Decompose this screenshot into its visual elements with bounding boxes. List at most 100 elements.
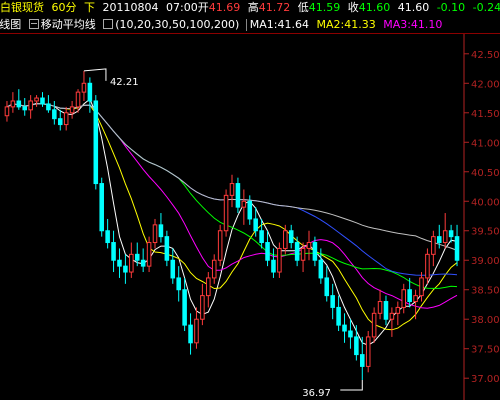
moving-average-line [6,103,458,331]
candle-body [146,242,152,267]
price-tick-label: 37.50 [471,345,500,356]
candle-body [158,224,164,238]
candle-body [442,230,448,244]
high-value: 41.72 [258,1,291,14]
last-value: 41.60 [397,1,430,14]
candle-body [377,301,383,314]
quote-header: 白银现货 60分 下 20110804 07:00开41.69 高41.72 低… [0,0,500,16]
candle-body [69,106,75,114]
high-price-label: 42.21 [110,77,139,88]
low-label: 低 [297,1,309,14]
price-tick-label: 39.00 [471,256,500,267]
indicator-bar: K线图 移动平均线 (10,20,30,50,100,200) MA1:41.6… [0,17,500,33]
candle-body [194,318,199,344]
candle-body [401,289,407,308]
candle-body [211,259,217,279]
candle-body [188,324,193,344]
candle-body [336,306,341,326]
candle-body [10,100,16,108]
candle-body [247,200,253,220]
candle-body [46,103,51,111]
price-tick-label: 41.50 [471,109,500,120]
collapse-icon[interactable] [28,19,39,29]
candle-body [87,82,93,102]
candle-body [206,277,211,297]
candle-body [28,100,33,111]
candle-body [354,336,359,356]
candle-body [40,97,45,105]
candle-body [283,230,288,249]
candle-body [81,82,87,93]
candle-body [123,265,128,273]
ma1-value: MA1:41.64 [249,18,309,31]
candle-body [140,259,146,267]
kline-toggle[interactable]: K线图 [0,17,21,33]
candle-body [448,230,454,238]
candle-body [170,259,176,279]
candle-body [4,106,10,117]
date-label: 20110804 [102,1,159,14]
candle-body [22,106,28,111]
candle-body [16,100,22,108]
candle-body [182,289,187,326]
candle-body [52,109,57,120]
candle-body [271,259,276,273]
period-label[interactable]: 60分 [52,0,77,16]
price-tick-label: 38.00 [471,315,500,326]
low-marker [340,379,363,391]
candle-body [454,236,460,261]
candle-body [129,253,134,273]
candle-body [176,277,181,291]
candle-body [348,330,353,338]
candle-body [93,100,99,185]
candle-body [436,236,442,244]
price-tick-label: 42.50 [471,50,500,61]
candle-body [241,200,247,208]
close-value: 41.60 [358,1,391,14]
time-label: 07:00 [166,1,198,14]
price-axis: 42.50 42.00 41.50 41.00 40.50 40.00 39.50 39.00… [464,50,500,385]
candlestick-chart[interactable]: 42.50 42.00 41.50 41.00 40.50 40.00 39.50 39.00… [0,34,500,400]
candle-body [277,247,282,273]
candle-body [413,295,418,303]
candle-body [223,194,229,232]
candle-body [324,277,330,297]
candle-body [235,183,241,208]
candle-body [425,253,430,279]
candle-body [265,242,270,261]
moving-average-line [6,98,458,346]
candle-body [318,259,324,279]
candle-body [99,183,104,232]
candle-body [431,236,436,255]
candle-body [229,183,235,196]
ma-indicator-label[interactable]: 移动平均线 [41,17,96,33]
candle-body [383,301,389,320]
candle-body [75,91,81,108]
price-tick-label: 41.00 [471,138,500,149]
direction-label: 下 [84,1,95,14]
candle-body [63,112,69,126]
settings-checkbox-icon[interactable] [103,19,114,29]
low-value: 41.59 [308,1,341,14]
candle-body [288,230,294,244]
price-tick-label: 40.50 [471,168,500,179]
moving-average-lines [6,98,458,346]
candle-body [407,289,412,303]
candle-body [371,312,377,338]
candle-body [360,354,365,367]
price-tick-label: 40.00 [471,197,500,208]
candle-body [395,306,401,314]
candle-body [419,277,424,297]
candle-body [300,247,306,261]
candle-body [57,118,63,126]
candle-body [117,259,122,267]
instrument-name[interactable]: 白银现货 [0,0,44,16]
candle-body [259,230,264,244]
high-label: 高 [247,1,259,14]
low-price-label: 36.97 [302,388,331,399]
ma2-value: MA2:41.33 [316,18,376,31]
candle-body [365,336,371,367]
candle-body [200,295,205,320]
candle-body [389,312,395,320]
change-value: -0.10 [436,1,466,14]
